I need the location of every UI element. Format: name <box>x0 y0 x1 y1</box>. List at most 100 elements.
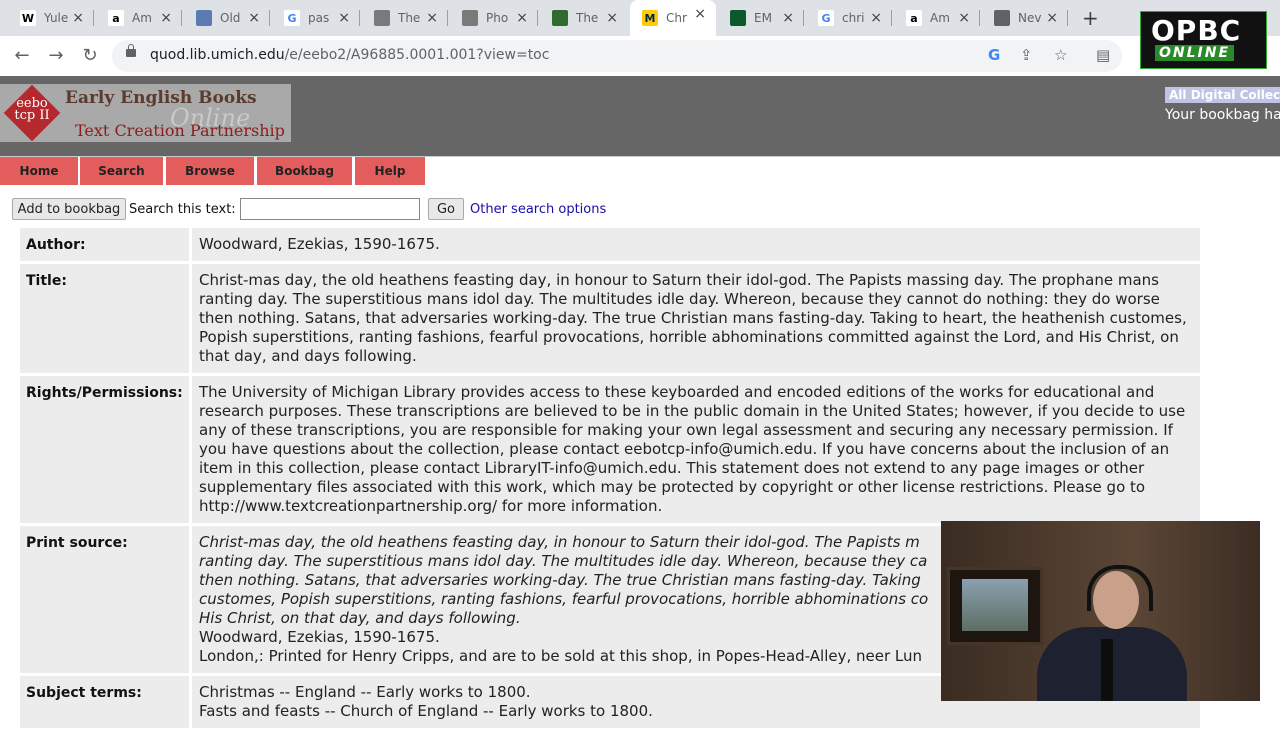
title-label: Title: <box>26 273 67 289</box>
browser-tab[interactable]: Pho × <box>450 4 538 32</box>
browser-tab[interactable]: The × <box>362 4 448 32</box>
tab-separator <box>181 10 182 26</box>
url-host: quod.lib.umich.edu <box>150 47 285 63</box>
tab-close-icon[interactable]: × <box>606 10 618 26</box>
tab-separator <box>979 10 980 26</box>
url-path: /e/eebo2/A96885.0001.001?view=toc <box>284 47 550 63</box>
browser-tab[interactable]: Nev × <box>982 4 1068 32</box>
share-icon[interactable]: ⇪ <box>1020 46 1033 64</box>
tab-close-icon[interactable]: × <box>694 6 706 22</box>
other-search-options-link[interactable]: Other search options <box>470 202 606 217</box>
headset-icon <box>1087 565 1153 611</box>
header-right: All Digital Collectio Your bookbag ha <box>1165 84 1280 123</box>
browser-tab[interactable]: a Am × <box>96 4 182 32</box>
nav-browse[interactable]: Browse <box>166 157 254 185</box>
rights-value: The University of Michigan Library provi… <box>192 376 1200 523</box>
seal-text: eebo tcp II <box>14 96 50 123</box>
tab-separator <box>93 10 94 26</box>
forward-icon[interactable]: → <box>44 44 68 68</box>
site-header: eebo tcp II Early English Books Online T… <box>0 76 1280 156</box>
microphone-icon <box>1101 639 1113 701</box>
print-source-label: Print source: <box>26 535 128 551</box>
framed-photo <box>947 567 1043 645</box>
nav-search[interactable]: Search <box>80 157 163 185</box>
back-icon[interactable]: ← <box>10 44 34 68</box>
nav-bookbag[interactable]: Bookbag <box>257 157 352 185</box>
tab-favicon-icon <box>552 10 568 26</box>
tab-separator <box>359 10 360 26</box>
browser-tab[interactable]: Old × <box>184 4 270 32</box>
rights-label: Rights/Permissions: <box>26 385 183 401</box>
search-label: Search this text: <box>129 202 236 217</box>
tab-title: Yule <box>44 11 69 25</box>
all-collections-link[interactable]: All Digital Collectio <box>1165 87 1280 103</box>
add-to-bookbag-button[interactable]: Add to bookbag <box>12 198 126 220</box>
subject-terms-label: Subject terms: <box>26 685 142 701</box>
browser-tab[interactable]: EM × <box>718 4 804 32</box>
tab-favicon-icon: M <box>642 10 658 26</box>
opbc-logo-subtext: ONLINE <box>1155 45 1235 61</box>
tab-favicon-icon <box>374 10 390 26</box>
author-row: Author: Woodward, Ezekias, 1590-1675. <box>20 228 1200 261</box>
subject-term-link[interactable]: Fasts and feasts -- Church of England --… <box>199 702 1192 721</box>
browser-tab[interactable]: W Yule × <box>8 4 94 32</box>
tab-title: The <box>576 11 599 25</box>
tab-close-icon[interactable]: × <box>72 10 84 26</box>
tab-separator <box>891 10 892 26</box>
go-button[interactable]: Go <box>428 198 464 220</box>
tab-close-icon[interactable]: × <box>160 10 172 26</box>
search-row: Add to bookbag Search this text: Go Othe… <box>12 198 712 222</box>
opbc-online-logo: OPBC ONLINE <box>1140 11 1267 69</box>
tab-close-icon[interactable]: × <box>338 10 350 26</box>
title-row: Title: Christ-mas day, the old heathens … <box>20 264 1200 373</box>
nav-help[interactable]: Help <box>355 157 425 185</box>
browser-tab[interactable]: The × <box>540 4 628 32</box>
tab-favicon-icon <box>730 10 746 26</box>
logo-subtitle: Text Creation Partnership <box>75 121 285 140</box>
browser-tab[interactable]: Gpas × <box>272 4 360 32</box>
tab-close-icon[interactable]: × <box>870 10 882 26</box>
browser-tab[interactable]: Gchri × <box>806 4 892 32</box>
tab-title: Am <box>930 11 950 25</box>
author-value: Woodward, Ezekias, 1590-1675. <box>192 228 1200 261</box>
browser-toolbar: ← → ↻ quod.lib.umich.edu/e/eebo2/A96885.… <box>0 36 1280 77</box>
bookmark-star-icon[interactable]: ☆ <box>1054 46 1067 64</box>
tab-favicon-icon: a <box>906 10 922 26</box>
reading-list-icon[interactable]: ▤ <box>1096 46 1110 64</box>
rights-row: Rights/Permissions: The University of Mi… <box>20 376 1200 523</box>
eebo-logo[interactable]: eebo tcp II Early English Books Online T… <box>0 84 291 142</box>
tab-favicon-icon: W <box>20 10 36 26</box>
address-bar[interactable]: quod.lib.umich.edu/e/eebo2/A96885.0001.0… <box>112 40 1122 72</box>
tab-close-icon[interactable]: × <box>782 10 794 26</box>
tab-title: pas <box>308 11 330 25</box>
tab-close-icon[interactable]: × <box>248 10 260 26</box>
title-value: Christ-mas day, the old heathens feastin… <box>192 264 1200 373</box>
tab-close-icon[interactable]: × <box>1046 10 1058 26</box>
tab-separator <box>447 10 448 26</box>
new-tab-icon[interactable]: + <box>1082 6 1099 30</box>
tab-close-icon[interactable]: × <box>426 10 438 26</box>
tab-favicon-icon: a <box>108 10 124 26</box>
tab-title: Pho <box>486 11 509 25</box>
tab-title: chri <box>842 11 865 25</box>
address-url[interactable]: quod.lib.umich.edu/e/eebo2/A96885.0001.0… <box>150 47 549 63</box>
reload-icon[interactable]: ↻ <box>78 44 102 68</box>
opbc-logo-text: OPBC <box>1151 14 1242 47</box>
tab-close-icon[interactable]: × <box>516 10 528 26</box>
tab-title: Old <box>220 11 241 25</box>
site-nav: Home Search Browse Bookbag Help <box>0 156 1280 185</box>
tab-title: The <box>398 11 421 25</box>
webcam-overlay <box>941 521 1260 701</box>
tab-separator <box>537 10 538 26</box>
browser-tab[interactable]: M Chr × <box>630 0 716 36</box>
tab-title: EM <box>754 11 772 25</box>
search-text-input[interactable] <box>240 198 420 220</box>
browser-tab[interactable]: a Am × <box>894 4 980 32</box>
tab-close-icon[interactable]: × <box>958 10 970 26</box>
google-translate-icon[interactable]: G <box>988 46 1000 64</box>
browser-tab-strip: W Yule × a Am × Old × Gpas × The × Pho × The × M Chr × EM × G… <box>0 0 1280 36</box>
nav-home[interactable]: Home <box>0 157 78 185</box>
tab-favicon-icon: G <box>818 10 834 26</box>
tab-separator <box>269 10 270 26</box>
tab-favicon-icon: G <box>284 10 300 26</box>
